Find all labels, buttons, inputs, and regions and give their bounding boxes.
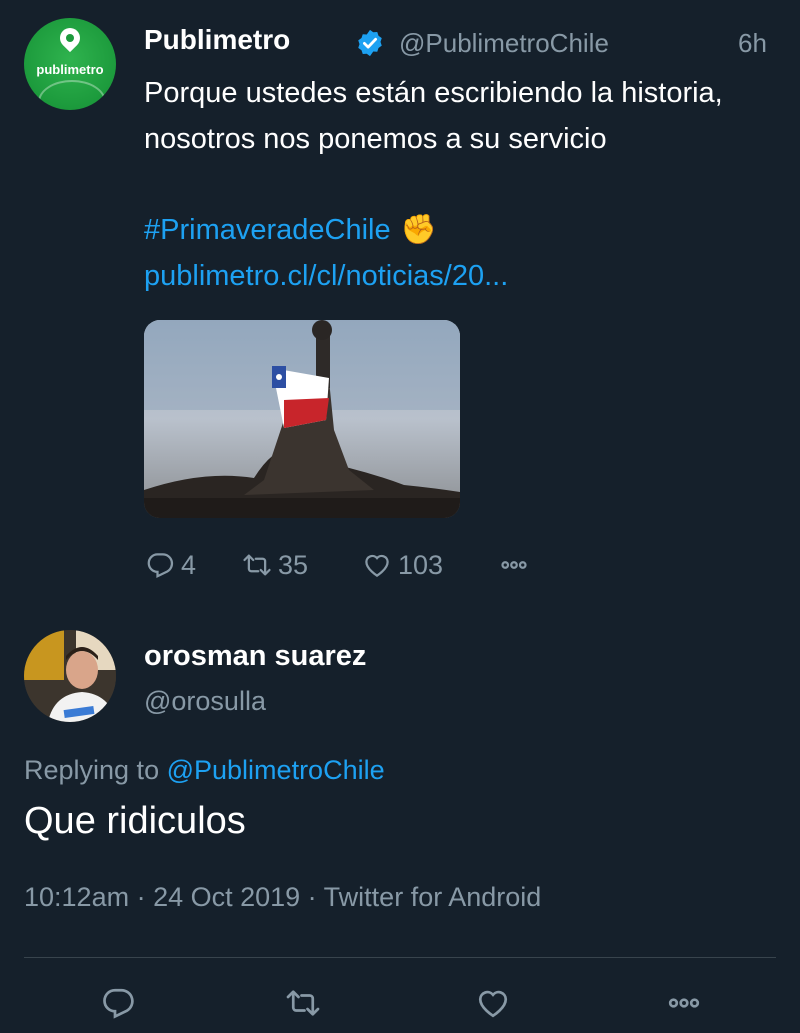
bottom-reply-button[interactable]: [100, 985, 140, 1025]
like-action[interactable]: 103: [362, 545, 443, 585]
globe-icon: [38, 80, 106, 110]
bottom-like-button[interactable]: [475, 985, 515, 1025]
quoted-tweet-text: Porque ustedes están escribiendo la hist…: [144, 77, 723, 155]
tweet-timestamp[interactable]: 10:12am · 24 Oct 2019 · Twitter for Andr…: [24, 882, 541, 913]
heart-icon: [478, 990, 508, 1018]
raised-fist-emoji: ✊: [400, 214, 437, 246]
replying-to-mention[interactable]: @PublimetroChile: [167, 755, 385, 785]
retweet-icon: [243, 554, 271, 576]
reply-icon: [147, 553, 174, 579]
quoted-author-handle[interactable]: @PublimetroChile: [399, 28, 609, 59]
quoted-time-ago[interactable]: 6h: [738, 28, 767, 59]
replying-to-line: Replying to @PublimetroChile: [24, 755, 385, 786]
bottom-retweet-button[interactable]: [285, 985, 325, 1025]
divider: [24, 957, 776, 958]
location-pin-icon: [55, 23, 85, 53]
article-link[interactable]: publimetro.cl/cl/noticias/20...: [144, 253, 508, 299]
protest-photo-illustration: [144, 320, 460, 518]
quoted-author-name[interactable]: Publimetro: [144, 24, 290, 56]
user-photo-illustration: [24, 630, 116, 722]
reply-icon: [103, 988, 134, 1019]
more-icon: [501, 561, 527, 569]
reply-action[interactable]: 4: [145, 545, 196, 585]
retweet-action[interactable]: 35: [242, 545, 308, 585]
publimetro-avatar[interactable]: publimetro: [24, 18, 116, 110]
more-action[interactable]: [494, 545, 540, 585]
hashtag-link[interactable]: #PrimaveradeChile: [144, 214, 391, 246]
heart-icon: [365, 554, 389, 577]
like-count: 103: [398, 549, 444, 580]
reply-author-name[interactable]: orosman suarez: [144, 640, 366, 673]
user-avatar[interactable]: [24, 630, 116, 722]
retweet-icon: [286, 990, 320, 1016]
more-icon: [668, 998, 700, 1008]
replying-to-label: Replying to: [24, 755, 160, 785]
reply-count: 4: [181, 549, 197, 580]
bottom-more-button[interactable]: [662, 985, 702, 1025]
reply-author-handle[interactable]: @orosulla: [144, 686, 266, 717]
avatar-brand-text: publimetro: [36, 62, 104, 77]
retweet-count: 35: [278, 549, 309, 580]
reply-tweet-text: Que ridiculos: [24, 800, 246, 842]
tweet-photo[interactable]: [144, 320, 460, 518]
hashtag-line: #PrimaveradeChile ✊: [144, 207, 437, 253]
verified-badge-icon: [358, 29, 382, 57]
